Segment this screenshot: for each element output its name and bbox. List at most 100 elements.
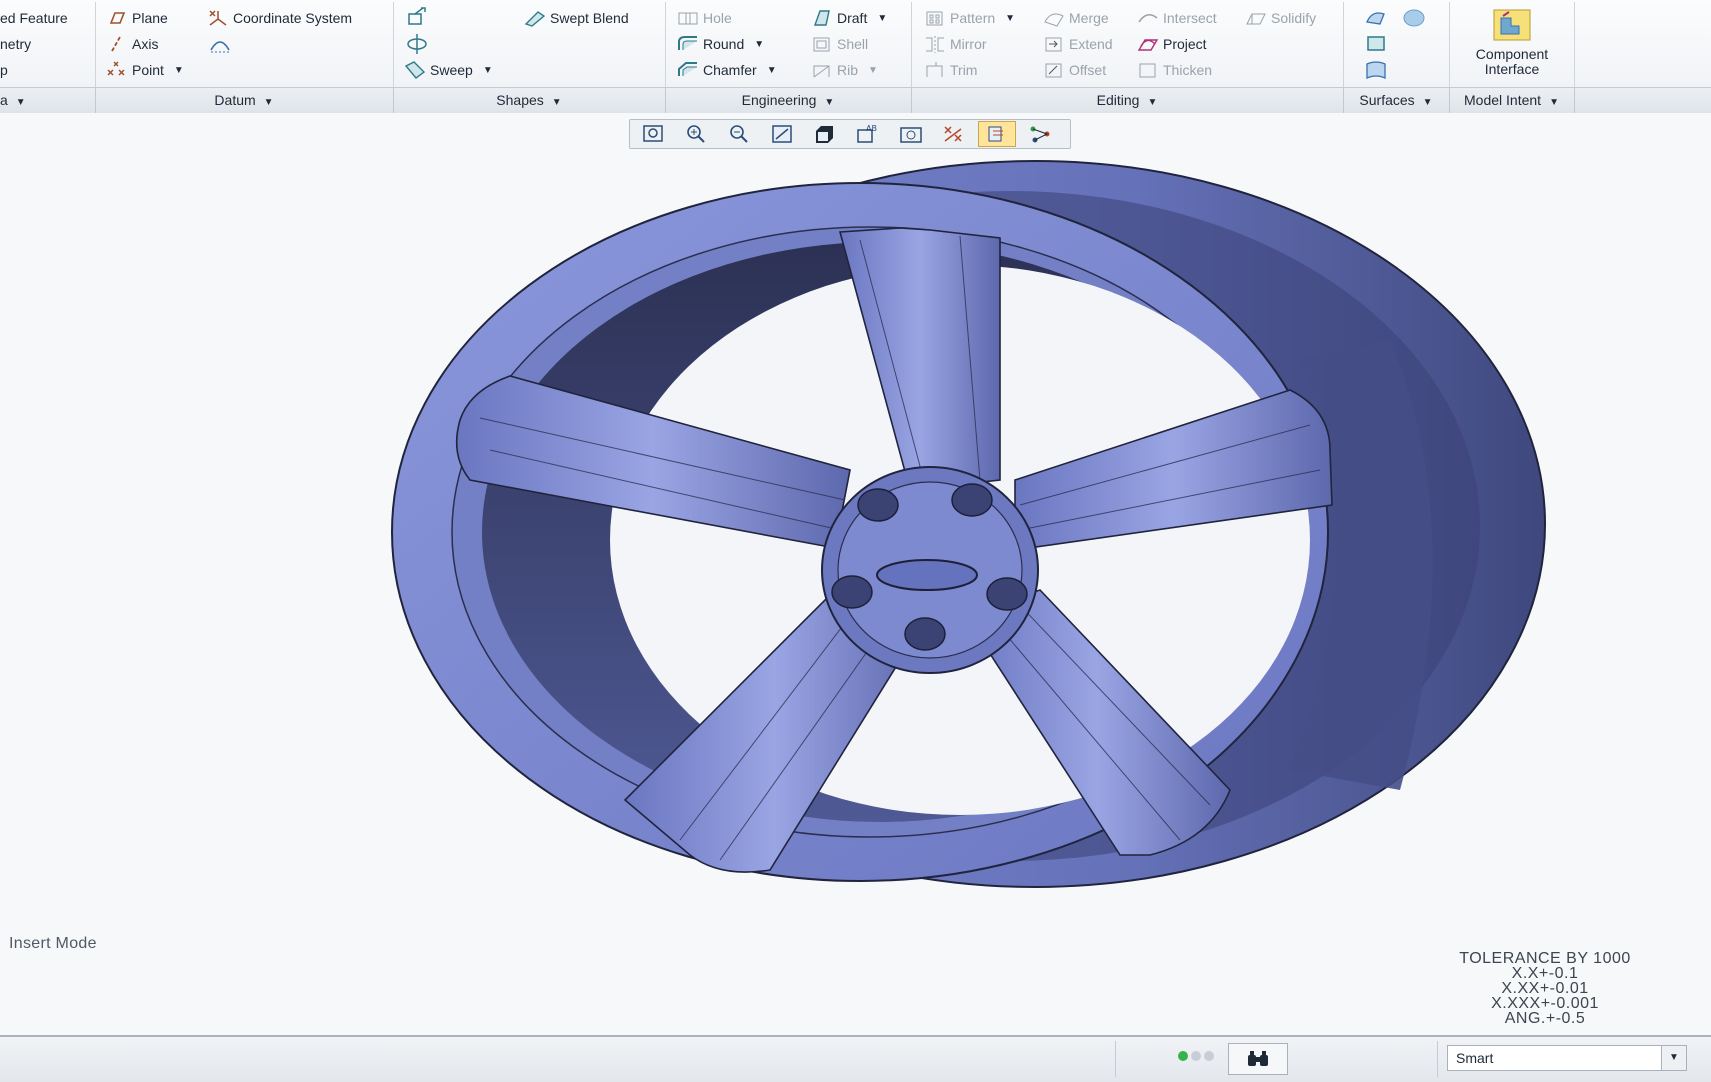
geometry-button[interactable]: netry xyxy=(0,32,31,56)
display-style-icon[interactable] xyxy=(806,121,844,147)
offset-icon xyxy=(1043,60,1063,80)
user-defined-feature-button[interactable]: ed Feature xyxy=(0,6,68,30)
sweep-button[interactable]: Sweep ▼ xyxy=(404,58,493,82)
swept-blend-label: Swept Blend xyxy=(550,10,629,26)
shell-icon xyxy=(811,34,831,54)
chevron-down-icon[interactable]: ▼ xyxy=(754,39,764,50)
round-button[interactable]: Round ▼ xyxy=(677,32,764,56)
mirror-button[interactable]: Mirror xyxy=(924,32,987,56)
chevron-down-icon: ▼ xyxy=(15,97,26,108)
ribbon-group-bar: a ▼ Datum ▼ Shapes ▼ Engineering ▼ Editing ▼ … xyxy=(0,87,1711,113)
surfaces-group-label: Surfaces xyxy=(1359,92,1415,108)
map-button[interactable]: p xyxy=(0,58,8,82)
chevron-down-icon[interactable]: ▼ xyxy=(483,65,493,76)
coordinate-system-button[interactable]: Coordinate System xyxy=(207,6,352,30)
chevron-down-icon[interactable]: ▼ xyxy=(1005,13,1015,24)
plane-label: Plane xyxy=(132,10,168,26)
axis-button[interactable]: Axis xyxy=(106,32,158,56)
selection-filter-dropdown[interactable]: Smart ▼ xyxy=(1447,1045,1687,1071)
chamfer-label: Chamfer xyxy=(703,62,757,78)
extrude-icon[interactable] xyxy=(405,6,429,30)
chamfer-button[interactable]: Chamfer ▼ xyxy=(677,58,777,82)
engineering-group-label: Engineering xyxy=(741,92,817,108)
solidify-label: Solidify xyxy=(1271,10,1317,26)
merge-button[interactable]: Merge xyxy=(1043,6,1109,30)
refit-icon[interactable] xyxy=(634,121,672,147)
svg-text:AB: AB xyxy=(866,124,877,133)
revolve-icon[interactable] xyxy=(405,32,429,56)
annotation-display-icon[interactable] xyxy=(1021,121,1059,147)
pattern-button[interactable]: Pattern ▼ xyxy=(924,6,1015,30)
geometry-label: netry xyxy=(0,36,32,52)
plane-button[interactable]: Plane xyxy=(106,6,168,30)
mirror-icon xyxy=(924,34,944,54)
shapes-group-menu[interactable]: Shapes ▼ xyxy=(393,88,666,113)
regeneration-status-icon[interactable] xyxy=(1178,1051,1214,1061)
tolerance-note: TOLERANCE BY 1000 X.X+-0.1 X.XX+-0.01 X.… xyxy=(1425,951,1665,1027)
datum-group-menu[interactable]: Datum ▼ xyxy=(95,88,394,113)
model-intent-group-menu[interactable]: Model Intent ▼ xyxy=(1449,88,1575,113)
spin-center-icon[interactable] xyxy=(978,121,1016,147)
offset-label: Offset xyxy=(1069,62,1107,78)
project-icon xyxy=(1137,34,1159,54)
zoom-in-icon[interactable] xyxy=(677,121,715,147)
hole-icon xyxy=(677,8,698,28)
model-group-label: a xyxy=(0,92,8,108)
thicken-button[interactable]: Thicken xyxy=(1137,58,1212,82)
datum-display-icon[interactable] xyxy=(935,121,973,147)
extend-button[interactable]: Extend xyxy=(1043,32,1113,56)
hole-button[interactable]: Hole xyxy=(677,6,732,30)
trim-label: Trim xyxy=(950,62,978,78)
view-manager-icon[interactable] xyxy=(892,121,930,147)
shell-label: Shell xyxy=(837,36,869,52)
zoom-out-icon[interactable] xyxy=(720,121,758,147)
saved-orientations-icon[interactable]: AB xyxy=(849,121,887,147)
engineering-group-menu[interactable]: Engineering ▼ xyxy=(665,88,912,113)
trim-button[interactable]: Trim xyxy=(924,58,977,82)
rib-button[interactable]: Rib ▼ xyxy=(811,58,878,82)
draft-label: Draft xyxy=(837,10,868,26)
solidify-button[interactable]: Solidify xyxy=(1245,6,1316,30)
model-intent-group-label: Model Intent xyxy=(1464,92,1542,108)
chevron-down-icon[interactable]: ▼ xyxy=(767,65,777,76)
sketch-curve-icon[interactable] xyxy=(208,32,232,56)
boundary-blend-icon[interactable] xyxy=(1364,58,1388,82)
point-label: Point xyxy=(132,62,164,78)
datum-group-label: Datum xyxy=(214,92,256,108)
project-button[interactable]: Project xyxy=(1137,32,1207,56)
surfaces-group-menu[interactable]: Surfaces ▼ xyxy=(1343,88,1450,113)
editing-group-label: Editing xyxy=(1096,92,1140,108)
draft-button[interactable]: Draft ▼ xyxy=(811,6,887,30)
axis-label: Axis xyxy=(132,36,159,52)
chevron-down-icon[interactable]: ▼ xyxy=(877,13,887,24)
point-button[interactable]: Point ▼ xyxy=(106,58,184,82)
mirror-label: Mirror xyxy=(950,36,987,52)
ribbon: ed Feature netry p Plane Axis Point ▼ Co… xyxy=(0,0,1711,113)
status-bar: Smart ▼ xyxy=(0,1035,1711,1082)
pattern-icon xyxy=(924,8,944,28)
extend-icon xyxy=(1043,34,1063,54)
offset-button[interactable]: Offset xyxy=(1043,58,1106,82)
chevron-down-icon: ▼ xyxy=(551,97,562,108)
round-label: Round xyxy=(703,36,745,52)
solidify-icon xyxy=(1245,8,1266,28)
intersect-button[interactable]: Intersect xyxy=(1137,6,1217,30)
chevron-down-icon[interactable]: ▼ xyxy=(174,65,184,76)
style-icon[interactable] xyxy=(1402,6,1426,30)
chevron-down-icon[interactable]: ▼ xyxy=(1661,1046,1686,1070)
freestyle-icon[interactable] xyxy=(1364,6,1388,30)
shell-button[interactable]: Shell xyxy=(811,32,868,56)
editing-group-menu[interactable]: Editing ▼ xyxy=(911,88,1344,113)
model-group-menu[interactable]: a ▼ xyxy=(0,88,96,113)
tolerance-angle: ANG.+-0.5 xyxy=(1504,1010,1586,1027)
find-icon[interactable] xyxy=(1228,1043,1288,1075)
graphics-toolbar: AB xyxy=(629,119,1071,149)
fill-icon[interactable] xyxy=(1364,32,1388,56)
graphics-window[interactable]: Insert Mode xyxy=(0,150,1711,1035)
component-interface-button[interactable]: Component Interface xyxy=(1458,6,1566,84)
selection-filter-value: Smart xyxy=(1456,1050,1494,1066)
repaint-icon[interactable] xyxy=(763,121,801,147)
tolerance-three-place: X.XXX+-0.001 xyxy=(1491,995,1599,1012)
chevron-down-icon[interactable]: ▼ xyxy=(868,65,878,76)
swept-blend-button[interactable]: Swept Blend xyxy=(524,6,629,30)
